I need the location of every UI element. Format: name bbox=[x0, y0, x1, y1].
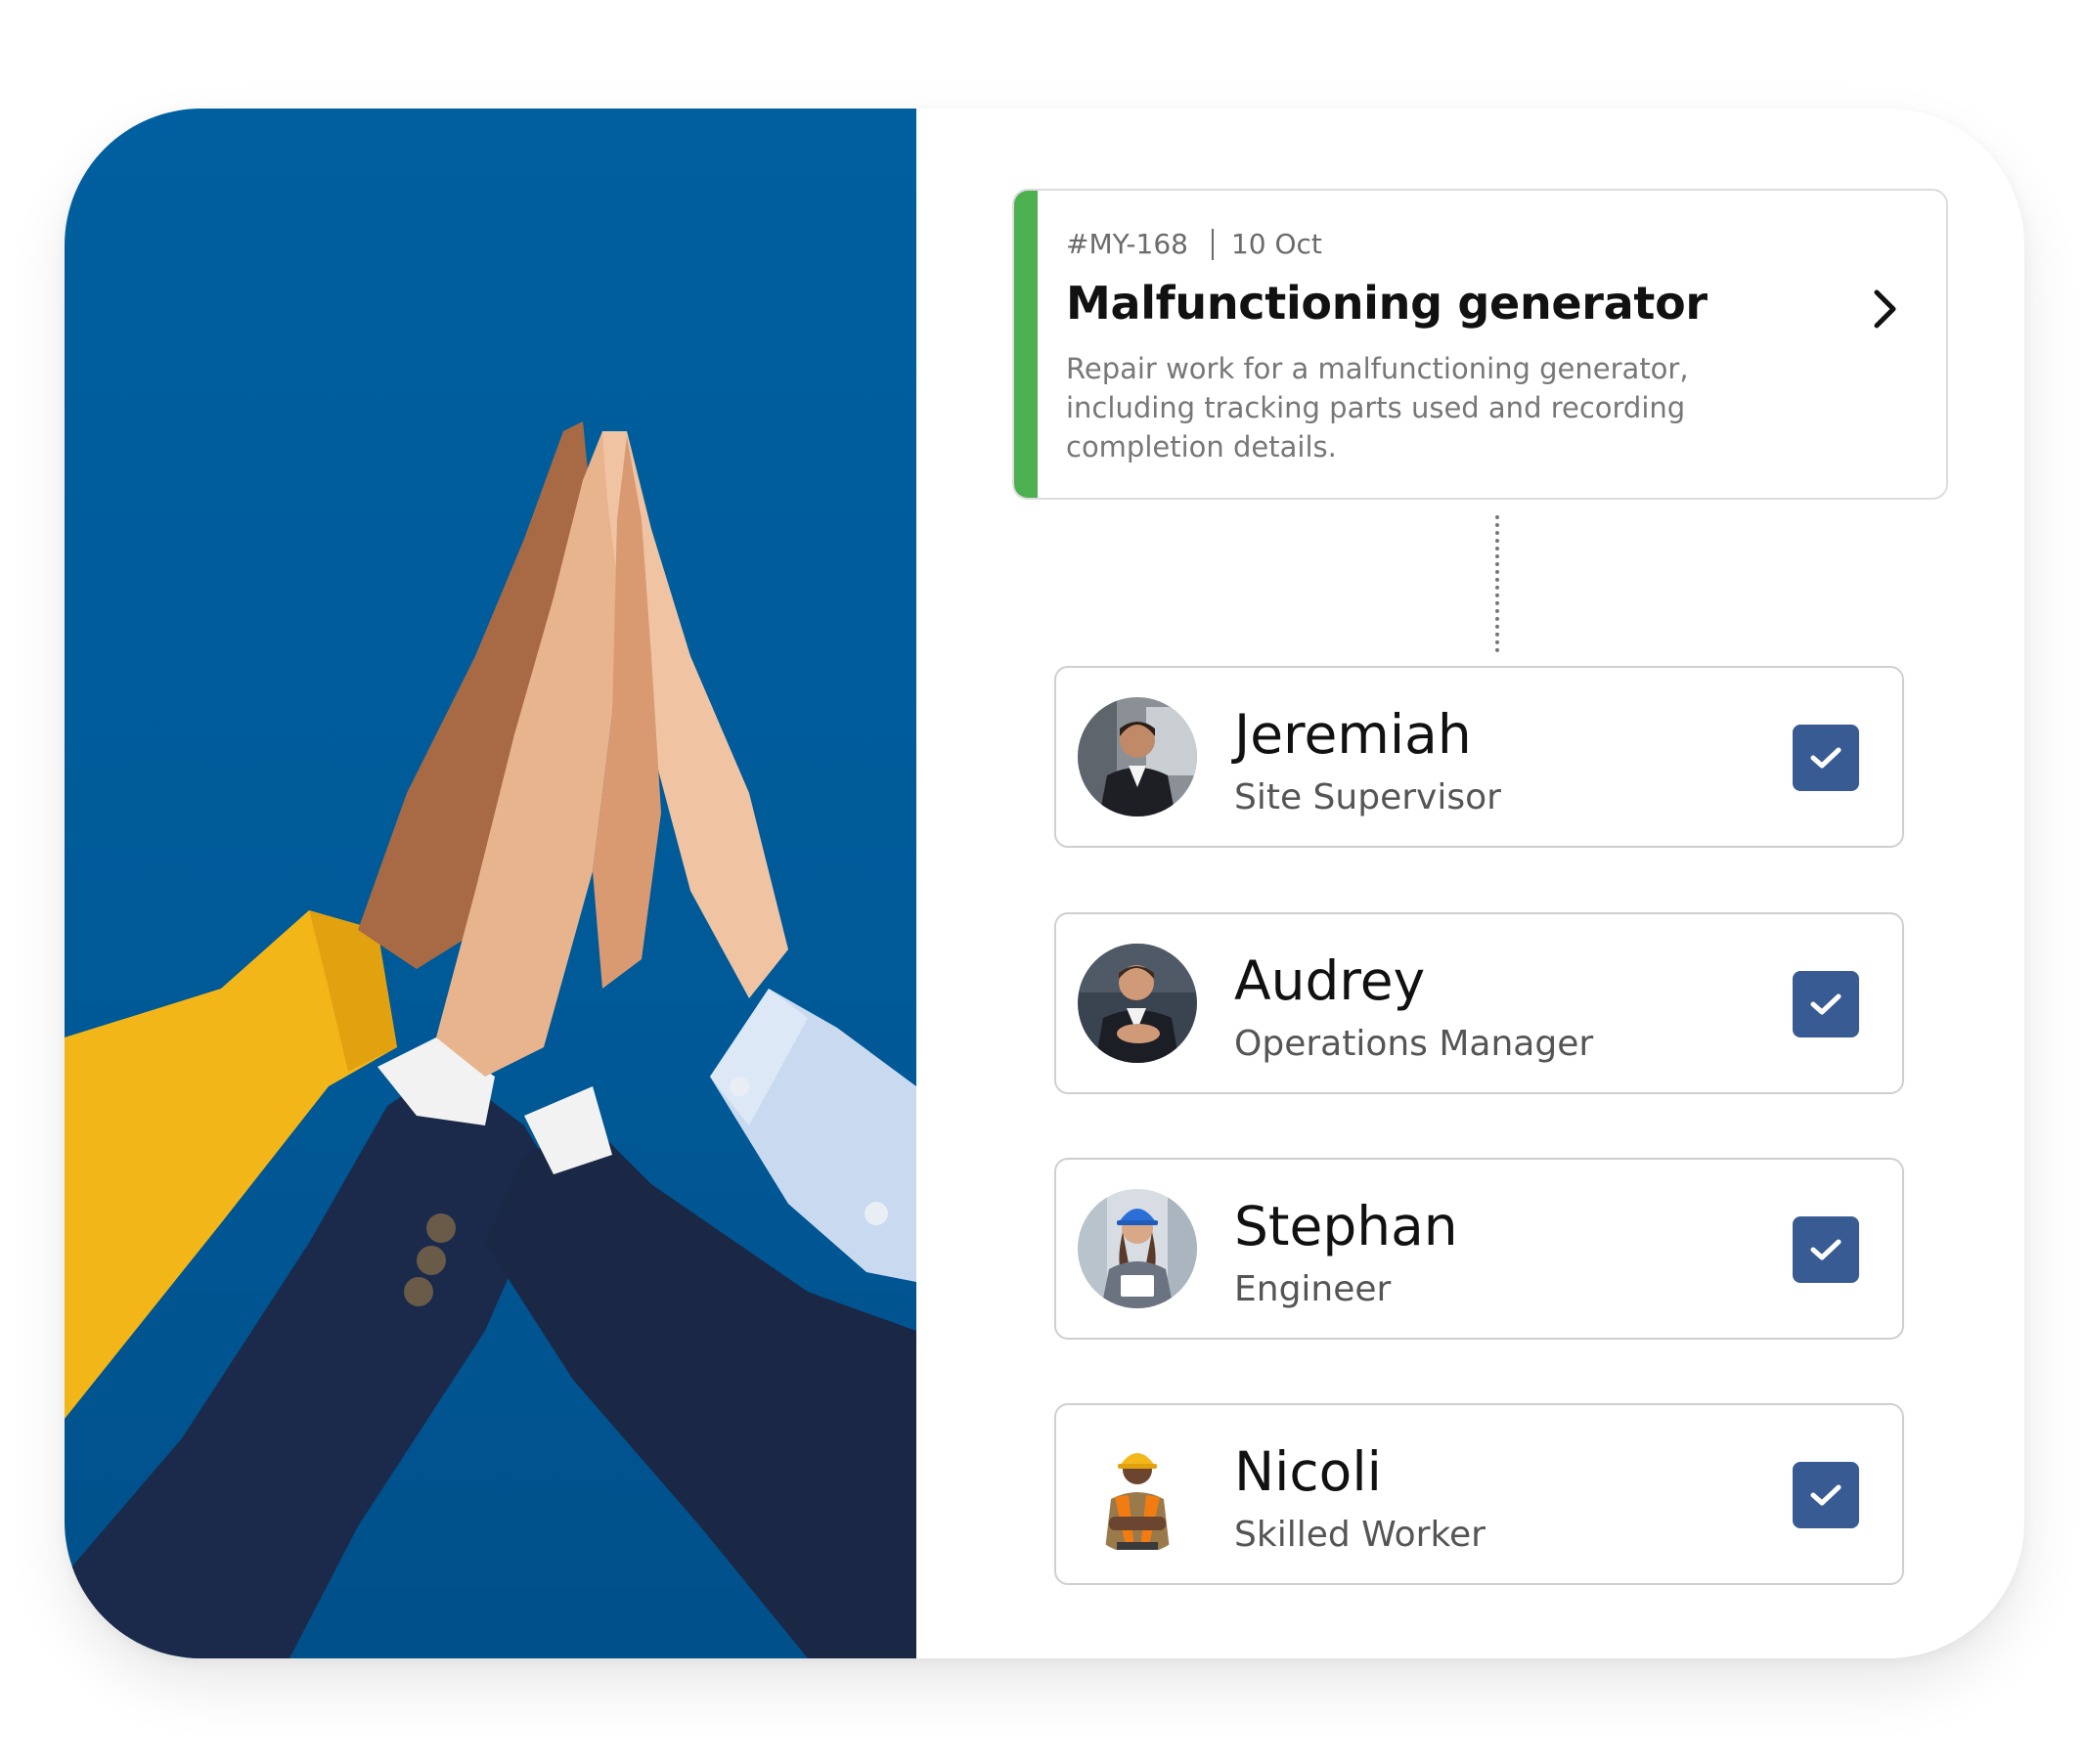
avatar bbox=[1078, 944, 1197, 1063]
assignee-name: Stephan bbox=[1234, 1195, 1458, 1257]
task-meta-separator bbox=[1211, 228, 1214, 260]
task-connector-line bbox=[1495, 515, 1499, 652]
assignee-card[interactable]: Nicoli Skilled Worker bbox=[1054, 1403, 1904, 1585]
assignee-role: Operations Manager bbox=[1234, 1024, 1594, 1064]
chevron-right-icon[interactable] bbox=[1866, 285, 1905, 333]
assignee-role: Site Supervisor bbox=[1234, 777, 1501, 817]
task-description: Repair work for a malfunctioning generat… bbox=[1066, 352, 1689, 463]
assignee-card[interactable]: Stephan Engineer bbox=[1054, 1158, 1904, 1340]
avatar bbox=[1078, 697, 1197, 816]
avatar bbox=[1078, 1189, 1197, 1308]
task-id: #MY-168 bbox=[1066, 228, 1188, 260]
assignee-name: Audrey bbox=[1234, 949, 1426, 1012]
assignee-checkbox[interactable] bbox=[1793, 725, 1859, 791]
assignee-name: Nicoli bbox=[1234, 1440, 1382, 1503]
task-date: 10 Oct bbox=[1230, 228, 1322, 260]
high-five-illustration bbox=[65, 421, 916, 1658]
task-status-accent bbox=[1014, 191, 1038, 498]
checkmark-icon bbox=[1810, 993, 1841, 1015]
checkmark-icon bbox=[1810, 1239, 1841, 1260]
assignee-checkbox[interactable] bbox=[1793, 1216, 1859, 1283]
assignee-role: Engineer bbox=[1234, 1269, 1392, 1309]
avatar bbox=[1078, 1434, 1197, 1554]
task-meta: #MY-168 10 Oct bbox=[1066, 228, 1322, 260]
assignee-checkbox[interactable] bbox=[1793, 1462, 1859, 1528]
assignee-role: Skilled Worker bbox=[1234, 1515, 1486, 1555]
assignee-checkbox[interactable] bbox=[1793, 971, 1859, 1037]
task-title: Malfunctioning generator bbox=[1066, 277, 1708, 330]
assignee-name: Jeremiah bbox=[1234, 703, 1472, 766]
checkmark-icon bbox=[1810, 747, 1841, 769]
task-card[interactable]: #MY-168 10 Oct Malfunctioning generator … bbox=[1012, 189, 1948, 500]
page: #MY-168 10 Oct Malfunctioning generator … bbox=[0, 0, 2085, 1764]
assignee-card[interactable]: Jeremiah Site Supervisor bbox=[1054, 666, 1904, 848]
checkmark-icon bbox=[1810, 1484, 1841, 1506]
high-five-photo bbox=[65, 109, 916, 1658]
assignee-card[interactable]: Audrey Operations Manager bbox=[1054, 912, 1904, 1094]
